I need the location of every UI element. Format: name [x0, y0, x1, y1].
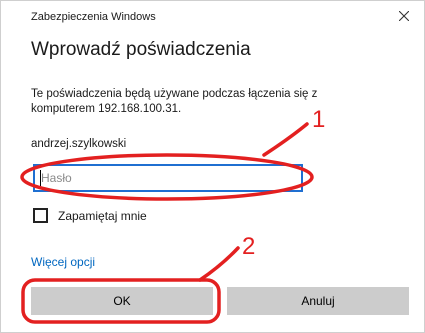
username-label: andrzej.szylkowski — [31, 138, 127, 150]
remember-me-checkbox[interactable]: Zapamiętaj mnie — [33, 208, 147, 223]
close-button[interactable] — [384, 1, 424, 31]
cancel-button[interactable]: Anuluj — [227, 287, 409, 315]
text-caret — [40, 170, 41, 186]
remember-me-label: Zapamiętaj mnie — [58, 208, 147, 223]
checkbox-box[interactable] — [33, 208, 48, 223]
dialog-heading: Wprowadź poświadczenia — [31, 39, 251, 60]
password-input[interactable] — [33, 164, 303, 192]
more-options-link[interactable]: Więcej opcji — [31, 255, 95, 269]
window-title: Zabezpieczenia Windows — [31, 11, 156, 23]
credentials-dialog: Zabezpieczenia Windows Wprowadź poświadc… — [0, 0, 425, 333]
close-icon — [399, 11, 409, 21]
annotation-number-1: 1 — [312, 106, 326, 133]
ok-button[interactable]: OK — [31, 287, 213, 315]
title-bar: Zabezpieczenia Windows — [1, 1, 424, 31]
annotation-number-2: 2 — [242, 233, 256, 260]
